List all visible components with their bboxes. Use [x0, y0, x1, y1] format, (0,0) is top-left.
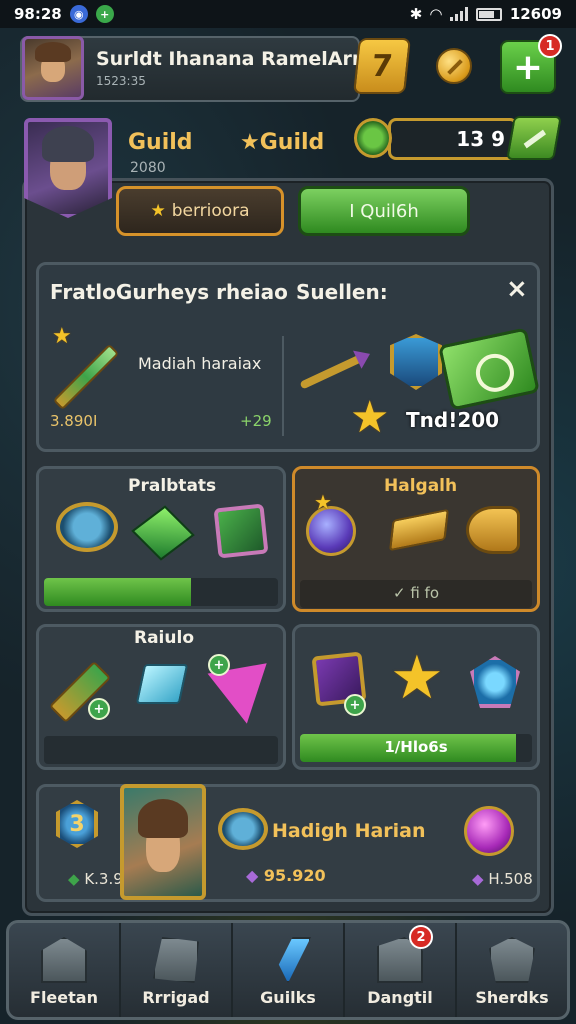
star-icon: ★ [150, 201, 166, 221]
nav-item-fleetan[interactable]: Fleetan [9, 923, 121, 1017]
featured-total: Tnd!200 [406, 408, 500, 432]
bundle-card-3-label: Raiulo [134, 628, 194, 648]
nav-label: Guilks [260, 988, 316, 1007]
status-bar: 98:28 ◉ + ✱ ◠ 12609 [0, 0, 576, 28]
purple-gem-icon: ◆ [472, 870, 484, 888]
crystal-icon [278, 937, 311, 983]
player-avatar[interactable] [22, 36, 84, 100]
featured-bonus: +29 [240, 412, 272, 430]
progress-fill [44, 578, 192, 606]
nav-item-dangtil[interactable]: 2 Dangtil [345, 923, 457, 1017]
bundle-card-4-bar-text: 1/Hlo6s [384, 738, 448, 756]
avatar-hair [138, 798, 188, 838]
avatar-hair [42, 125, 94, 163]
battery-icon [475, 7, 502, 21]
bundle-card-2-label: Halgalh [384, 476, 458, 496]
currency-bar: 13 9 [388, 118, 518, 160]
nav-label: Dangtil [367, 988, 433, 1007]
featured-title: FratloGurheys rheiao [50, 280, 288, 304]
nav-item-rrrigad[interactable]: Rrrigad [121, 923, 233, 1017]
offer-name: Hadigh Harian [272, 820, 426, 842]
star-shield-icon [489, 937, 535, 983]
player-name: Surldt Ihanana RamelArrtiat [96, 48, 399, 70]
star-icon: ★ [314, 490, 332, 514]
gem-icon: ◆ [68, 870, 80, 888]
featured-item-name: Madiah haraiax [138, 354, 262, 373]
coin-icon[interactable] [436, 48, 472, 84]
offer-price-text: 95.920 [263, 866, 326, 885]
nav-item-sherdks[interactable]: Sherdks [457, 923, 567, 1017]
divider [282, 336, 284, 436]
orange-action-button[interactable]: ★ berrioora [116, 186, 284, 236]
status-right: ✱ ◠ 12609 [410, 5, 562, 23]
guild-leader-avatar[interactable] [24, 118, 112, 218]
bundle-card-1-progress [44, 578, 278, 606]
bundle-card-3-bar [44, 736, 278, 764]
plus-notification-icon: + [95, 5, 114, 23]
plus-badge-icon: + [208, 654, 230, 676]
bluetooth-icon: ✱ [409, 5, 423, 23]
avatar-hair [35, 42, 71, 63]
star-icon: ★ [52, 324, 72, 349]
castle-icon [41, 937, 87, 983]
compass-icon [218, 808, 268, 850]
signal-icon [449, 7, 468, 21]
green-action-label: I Quil6h [349, 200, 419, 222]
currency-value: 13 9 [456, 127, 505, 151]
bundle-card-2-bar-text: ✓ fi fo [392, 584, 439, 602]
hero-portrait[interactable] [120, 784, 206, 900]
bundle-card-2-bar: ✓ fi fo [300, 580, 532, 608]
offer-right-value-text: H.508 [488, 870, 533, 888]
bundle-card-1-label: Pralbtats [128, 476, 217, 496]
featured-side-label: Suellen: [296, 280, 388, 304]
status-right-text: 12609 [509, 5, 562, 23]
offer-right-value: ◆ H.508 [472, 870, 533, 888]
wifi-icon: ◠ [430, 5, 442, 23]
notification-badge: 1 [538, 34, 562, 58]
bottom-nav: Fleetan Rrrigad Guilks 2 Dangtil Sherdks [6, 920, 570, 1020]
purple-gem-icon: ◆ [246, 866, 259, 885]
green-frame-icon [213, 503, 269, 559]
orange-action-label: berrioora [171, 201, 250, 221]
guild-title: Guild [128, 130, 193, 155]
guild-subtitle: 2080 [130, 160, 166, 176]
plus-badge-icon: + [344, 694, 366, 716]
player-subtitle: 1523:35 [96, 74, 146, 88]
bundle-card-4-progress: 1/Hlo6s [300, 734, 532, 762]
featured-price: 3.890I [50, 412, 98, 430]
gold-lightning-button[interactable]: 7 [353, 38, 411, 94]
currency-add-button[interactable] [506, 116, 562, 160]
compass-icon [56, 502, 118, 552]
pink-potion-icon [464, 806, 514, 856]
offer-price: ◆ 95.920 [246, 866, 326, 885]
blue-crystal-icon [135, 664, 189, 704]
guild-star-title: ★Guild [240, 130, 324, 155]
green-action-button[interactable]: I Quil6h [298, 186, 470, 236]
green-gem-icon [354, 118, 392, 158]
close-icon[interactable]: × [506, 274, 528, 304]
notification-badge: 2 [409, 925, 433, 949]
star-icon: ★ [350, 392, 390, 443]
nav-label: Rrrigad [142, 988, 210, 1007]
guild-star-title-text: Guild [259, 130, 325, 155]
nav-label: Fleetan [30, 988, 98, 1007]
fortress-icon [153, 937, 199, 983]
app-notification-icon: ◉ [69, 5, 88, 23]
nav-item-guilks[interactable]: Guilks [233, 923, 345, 1017]
gold-scroll-icon [466, 506, 520, 554]
plus-badge-icon: + [88, 698, 110, 720]
star-icon: ★ [390, 643, 444, 713]
star-icon: ★ [240, 130, 260, 155]
nav-label: Sherdks [475, 988, 549, 1007]
status-time: 98:28 [14, 5, 62, 23]
